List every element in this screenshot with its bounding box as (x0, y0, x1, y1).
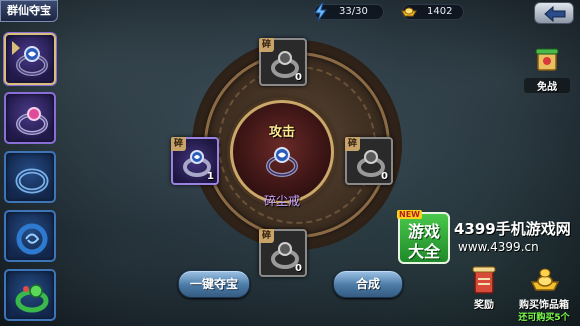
lightning-icon (314, 2, 327, 22)
site-watermark: NEW 游戏 大全 4399手机游戏网 www.4399.cn (397, 210, 580, 264)
watermark-url: www.4399.cn (458, 240, 539, 254)
green-dragon-ring-icon (15, 284, 49, 313)
fragment-tag: 碎 (171, 137, 186, 151)
logo-line-2: 大全 (407, 242, 440, 261)
item-slot-4[interactable] (4, 210, 56, 262)
gold-ingot-pile-icon (530, 268, 560, 291)
energy-value: 33/30 (339, 6, 368, 17)
one-click-snatch-button[interactable]: 一键夺宝 (178, 270, 250, 298)
gold-counter: 1402 (401, 4, 464, 20)
swirl-ring-icon (16, 223, 48, 255)
reward-scroll-icon (472, 266, 496, 294)
fragment-slot-right[interactable]: 碎 0 (345, 137, 393, 185)
item-slot-5[interactable] (4, 269, 56, 321)
item-slot-2[interactable] (4, 92, 56, 144)
reward-label: 奖励 (474, 300, 494, 311)
energy-counter: 33/30 (314, 2, 384, 22)
combine-button[interactable]: 合成 (333, 270, 403, 298)
free-war-button[interactable]: 免战 (524, 44, 570, 94)
free-war-label: 免战 (524, 78, 570, 93)
fragment-tag: 碎 (345, 137, 360, 151)
fragment-count: 0 (381, 171, 388, 182)
buy-accessory-box-button[interactable]: 购买饰品箱 还可购买5个 (510, 264, 578, 324)
fragment-count: 0 (295, 263, 302, 274)
item-slot-1[interactable] (4, 33, 56, 85)
fragment-count: 0 (295, 72, 302, 83)
watermark-site-name: 4399手机游戏网 (454, 220, 571, 238)
back-arrow-icon (544, 6, 566, 22)
gold-ingot-icon (401, 7, 417, 17)
buy-box-label: 购买饰品箱 (519, 300, 569, 311)
fragment-slot-bottom[interactable]: 碎 0 (259, 229, 307, 277)
item-slot-3[interactable] (4, 151, 56, 203)
target-ring-icon (266, 147, 298, 177)
gold-value: 1402 (427, 6, 453, 17)
treasure-item-list (4, 33, 58, 326)
target-item-name: 碎尘戒 (263, 194, 300, 208)
reward-button[interactable]: 奖励 (466, 266, 502, 311)
pink-gem-ring-icon (16, 107, 48, 135)
buy-box-remaining: 还可购买5个 (518, 313, 570, 323)
page-title: 群仙夺宝 (0, 0, 58, 22)
fragment-tag: 碎 (259, 38, 274, 52)
attack-label: 攻击 (268, 125, 295, 140)
scroll-icon (535, 48, 559, 71)
game-collection-logo: NEW 游戏 大全 (397, 210, 450, 264)
fragment-count: 1 (207, 171, 214, 182)
fragment-slot-left[interactable]: 碎 1 (171, 137, 219, 185)
selected-arrow-icon (12, 41, 20, 55)
back-button[interactable] (534, 2, 574, 24)
fragment-slot-top[interactable]: 碎 0 (259, 38, 307, 86)
fragment-tag: 碎 (259, 229, 274, 243)
blue-ring-icon (15, 168, 49, 194)
